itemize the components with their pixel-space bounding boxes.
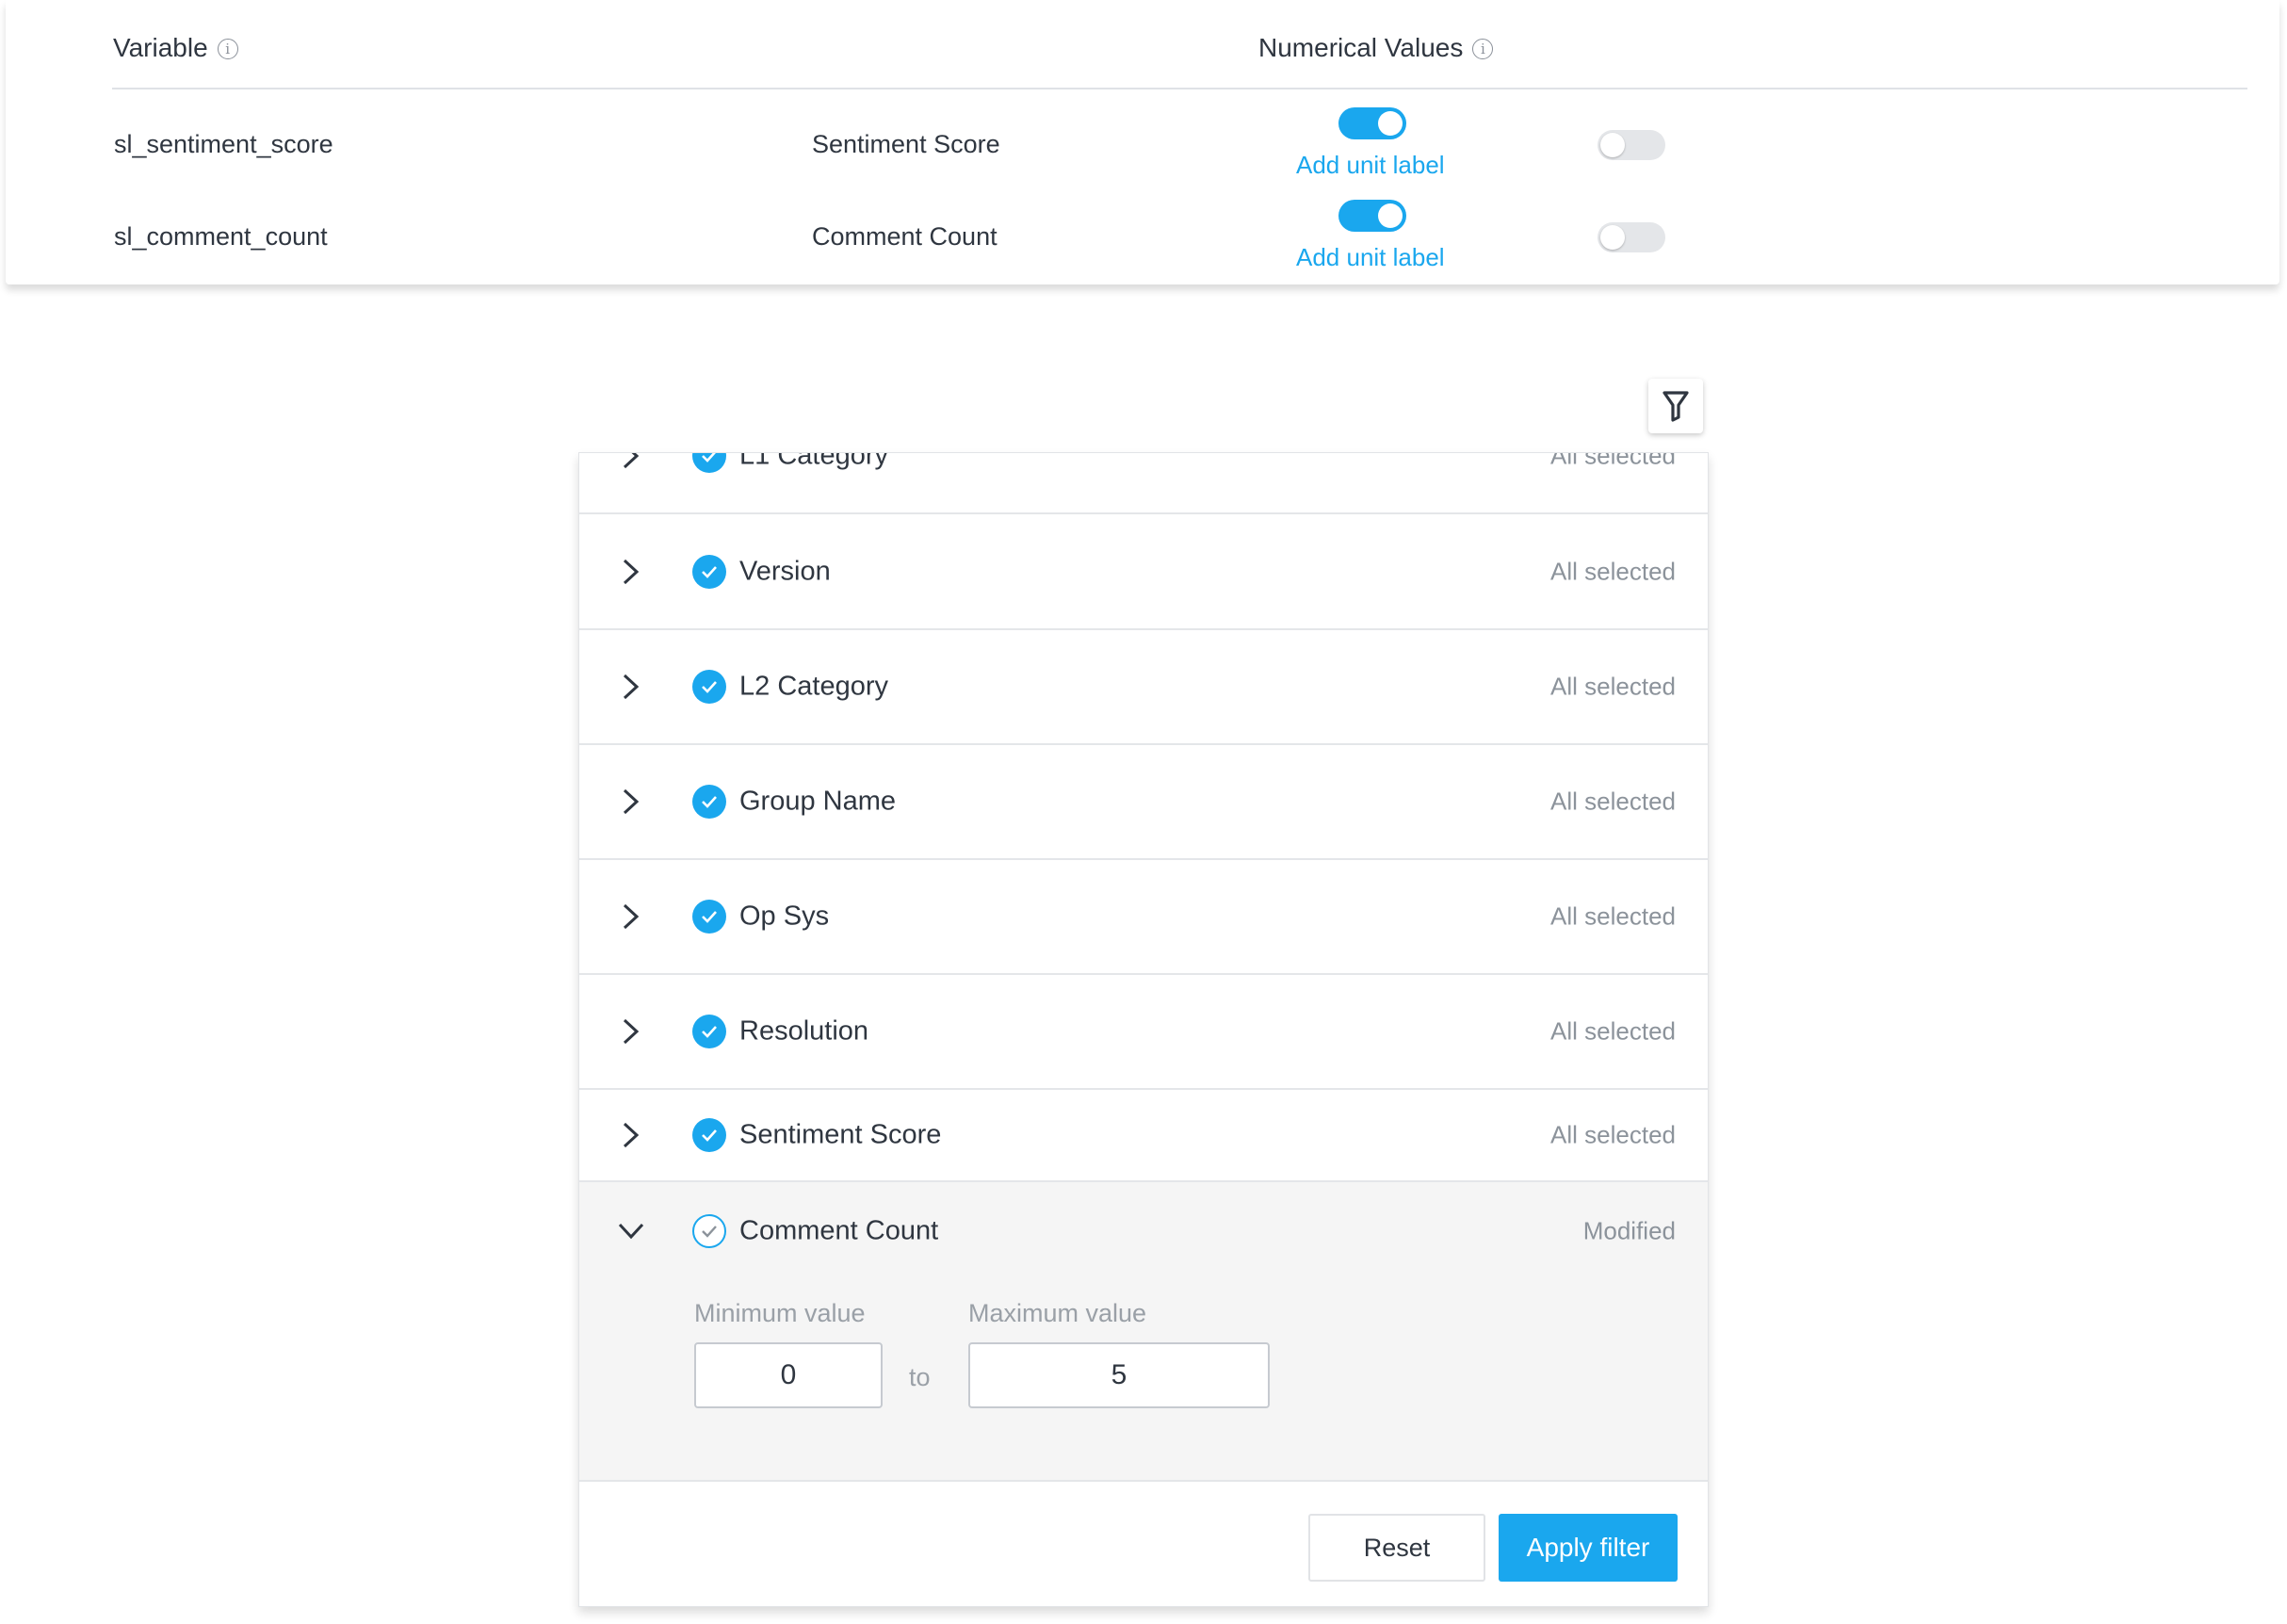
check-icon[interactable]	[692, 453, 726, 473]
chevron-right-icon[interactable]	[621, 1017, 641, 1046]
filter-icon	[1663, 391, 1689, 422]
variable-header-label: Variable	[113, 33, 208, 62]
chevron-right-icon[interactable]	[621, 788, 641, 816]
filter-row-label: L2 Category	[739, 671, 888, 701]
apply-filter-button[interactable]: Apply filter	[1499, 1514, 1678, 1582]
filter-row-status: Modified	[1582, 1216, 1676, 1245]
info-icon[interactable]: i	[217, 39, 238, 59]
filter-row-label: Op Sys	[739, 901, 830, 931]
chevron-right-icon[interactable]	[621, 673, 641, 701]
variable-name: sl_comment_count	[114, 222, 328, 251]
check-icon[interactable]	[692, 554, 726, 589]
chevron-down-icon[interactable]	[617, 1221, 645, 1242]
toggle-knob	[1600, 133, 1625, 157]
filter-panel-footer: Reset Apply filter	[579, 1482, 1708, 1606]
filter-row-l1-category[interactable]: L1 Category All selected	[579, 452, 1708, 514]
variables-card: Variable i Numerical Values i sl_sentiment…	[6, 0, 2279, 284]
filter-row-status: All selected	[1550, 557, 1676, 585]
variable-row: sl_comment_count Comment Count Add unit …	[6, 196, 2279, 286]
filter-row-label: Resolution	[739, 1015, 869, 1046]
maximum-value-label: Maximum value	[968, 1299, 1147, 1327]
partial-check-icon[interactable]	[692, 1214, 726, 1248]
numerical-values-column-header: Numerical Values i	[1258, 32, 1494, 64]
filter-row-status: All selected	[1550, 452, 1676, 469]
filter-row-label: Version	[739, 556, 831, 586]
chevron-right-icon[interactable]	[621, 452, 641, 470]
info-icon[interactable]: i	[1472, 39, 1494, 59]
toggle-knob	[1378, 111, 1403, 136]
variable-row: sl_sentiment_score Sentiment Score Add u…	[6, 104, 2279, 194]
minimum-value-input[interactable]: 0	[694, 1342, 883, 1408]
numerical-values-header-label: Numerical Values	[1258, 33, 1464, 62]
numerical-values-toggle[interactable]	[1338, 107, 1406, 139]
filter-row-l2-category[interactable]: L2 Category All selected	[579, 629, 1708, 745]
numerical-values-toggle[interactable]	[1338, 200, 1406, 232]
filter-row-status: All selected	[1550, 672, 1676, 700]
filter-row-version[interactable]: Version All selected	[579, 514, 1708, 630]
add-unit-label-link[interactable]: Add unit label	[1296, 151, 1445, 180]
variable-name: sl_sentiment_score	[114, 130, 333, 158]
range-separator: to	[909, 1363, 931, 1391]
check-icon[interactable]	[692, 1014, 726, 1048]
filter-row-group-name[interactable]: Group Name All selected	[579, 744, 1708, 860]
filter-row-status: All selected	[1550, 1120, 1676, 1148]
minimum-value-label: Minimum value	[694, 1299, 866, 1327]
secondary-toggle[interactable]	[1598, 130, 1665, 160]
check-icon[interactable]	[692, 1117, 726, 1152]
check-icon[interactable]	[692, 899, 726, 934]
filter-row-label: L1 Category	[739, 452, 888, 470]
reset-button[interactable]: Reset	[1308, 1514, 1485, 1582]
filter-panel: L1 Category All selected Version All sel…	[578, 452, 1709, 1607]
variable-display-label: Sentiment Score	[812, 130, 1000, 158]
variable-display-label: Comment Count	[812, 222, 998, 251]
maximum-value-input[interactable]: 5	[968, 1342, 1270, 1408]
chevron-right-icon[interactable]	[621, 558, 641, 586]
check-icon[interactable]	[692, 669, 726, 704]
filter-row-label: Comment Count	[739, 1215, 939, 1246]
header-divider	[112, 88, 2247, 89]
filter-row-status: All selected	[1550, 1016, 1676, 1045]
variables-header: Variable i Numerical Values i	[6, 0, 2279, 89]
add-unit-label-link[interactable]: Add unit label	[1296, 243, 1445, 272]
secondary-toggle[interactable]	[1598, 222, 1665, 252]
toggle-knob	[1600, 225, 1625, 250]
chevron-right-icon[interactable]	[621, 1121, 641, 1149]
filter-row-status: All selected	[1550, 901, 1676, 930]
filter-row-comment-count-expanded: Comment Count Modified Minimum value Max…	[579, 1182, 1708, 1482]
filter-row-op-sys[interactable]: Op Sys All selected	[579, 859, 1708, 975]
filter-row-comment-count[interactable]: Comment Count Modified	[579, 1182, 1708, 1280]
chevron-right-icon[interactable]	[621, 902, 641, 931]
toggle-knob	[1378, 203, 1403, 228]
filter-row-resolution[interactable]: Resolution All selected	[579, 974, 1708, 1090]
check-icon[interactable]	[692, 784, 726, 819]
filter-row-label: Sentiment Score	[739, 1119, 942, 1149]
filter-button[interactable]	[1648, 379, 1703, 433]
filter-row-status: All selected	[1550, 787, 1676, 815]
variable-column-header: Variable i	[113, 32, 238, 64]
filter-row-sentiment-score[interactable]: Sentiment Score All selected	[579, 1089, 1708, 1182]
filter-row-label: Group Name	[739, 786, 897, 816]
